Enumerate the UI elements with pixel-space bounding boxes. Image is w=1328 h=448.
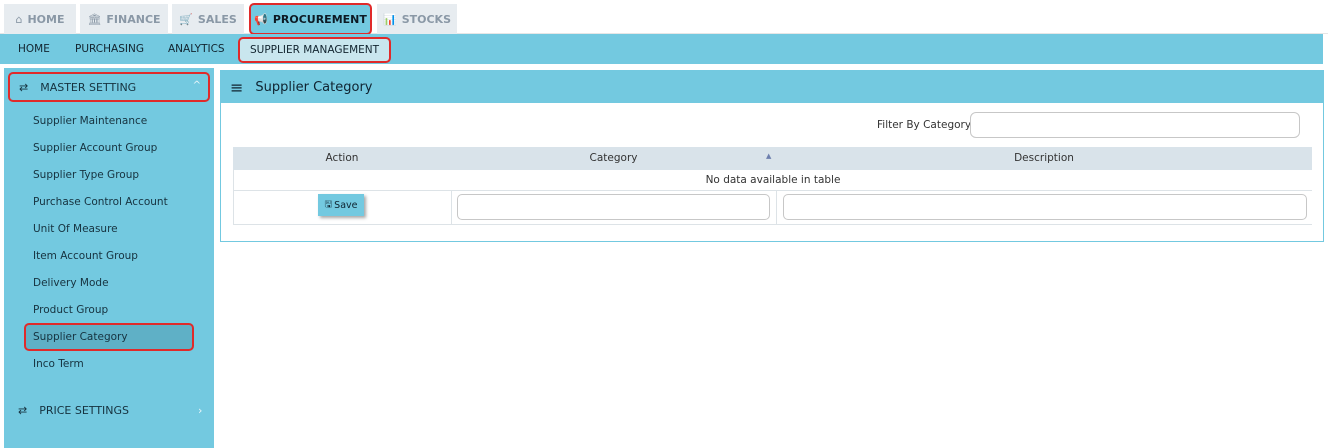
empty-table-message: No data available in table — [233, 170, 1312, 191]
cell-divider — [776, 191, 777, 225]
tab-label: FINANCE — [106, 12, 161, 26]
supplier-category-table: Action Category ▲ Description No data av… — [233, 147, 1312, 225]
column-header-description[interactable]: Description — [776, 147, 1312, 170]
sidebar-item-supplier-maintenance[interactable]: Supplier Maintenance — [33, 115, 147, 127]
megaphone-icon: 📢 — [254, 12, 268, 26]
menu-icon[interactable]: ≡ — [230, 78, 243, 97]
bar-chart-icon: 📊 — [383, 12, 397, 26]
tab-label: SALES — [197, 12, 237, 26]
tab-label: STOCKS — [401, 12, 451, 26]
column-header-action[interactable]: Action — [233, 147, 451, 170]
sidebar-item-supplier-account-group[interactable]: Supplier Account Group — [33, 142, 157, 154]
column-header-category[interactable]: Category — [451, 147, 776, 170]
tab-sales[interactable]: 🛒 SALES — [172, 4, 244, 34]
table-row: 🖫 Save — [233, 191, 1312, 225]
subnav-purchasing[interactable]: PURCHASING — [75, 34, 144, 64]
section-title: PRICE SETTINGS — [39, 404, 130, 417]
swap-icon: ⇄ — [19, 80, 29, 94]
filter-label: Filter By Category — [877, 119, 972, 131]
chevron-up-icon: ^ — [192, 80, 201, 91]
panel-header: ≡ Supplier Category — [221, 71, 1323, 103]
save-button[interactable]: 🖫 Save — [318, 194, 364, 216]
sidebar-item-supplier-category[interactable]: Supplier Category — [24, 323, 194, 351]
category-input[interactable] — [457, 194, 770, 220]
sidebar-item-product-group[interactable]: Product Group — [33, 304, 108, 316]
section-title: MASTER SETTING — [40, 80, 137, 94]
cell-divider — [451, 191, 452, 225]
sidebar: ⇄ MASTER SETTING ^ Supplier Maintenance … — [4, 68, 214, 448]
top-tab-bar: ⌂ HOME 🏛 FINANCE 🛒 SALES 📢 PROCUREMENT 📊… — [0, 0, 1328, 35]
description-input[interactable] — [783, 194, 1307, 220]
sidebar-item-delivery-mode[interactable]: Delivery Mode — [33, 277, 109, 289]
home-icon: ⌂ — [15, 12, 23, 26]
save-button-label: Save — [334, 199, 358, 211]
tab-procurement[interactable]: 📢 PROCUREMENT — [249, 3, 372, 35]
tab-home[interactable]: ⌂ HOME — [4, 4, 76, 34]
sidebar-item-unit-of-measure[interactable]: Unit Of Measure — [33, 223, 118, 235]
subnav-supplier-management[interactable]: SUPPLIER MANAGEMENT — [238, 37, 392, 63]
tab-label: HOME — [27, 12, 65, 26]
cart-icon: 🛒 — [179, 12, 193, 26]
sidebar-item-inco-term[interactable]: Inco Term — [33, 358, 84, 370]
sub-navigation: HOME PURCHASING ANALYTICS SUPPLIER MANAG… — [0, 34, 1323, 64]
sidebar-item-purchase-control-account[interactable]: Purchase Control Account — [33, 196, 168, 208]
tab-label: PROCUREMENT — [272, 12, 367, 26]
tab-stocks[interactable]: 📊 STOCKS — [377, 4, 457, 34]
page-title: Supplier Category — [255, 79, 373, 95]
tab-finance[interactable]: 🏛 FINANCE — [80, 4, 168, 34]
table-header: Action Category ▲ Description — [233, 147, 1312, 170]
filter-category-input[interactable] — [970, 112, 1300, 138]
swap-icon: ⇄ — [18, 404, 28, 417]
subnav-home[interactable]: HOME — [18, 34, 50, 64]
price-settings-header[interactable]: ⇄ PRICE SETTINGS › — [18, 404, 202, 417]
sidebar-item-supplier-type-group[interactable]: Supplier Type Group — [33, 169, 139, 181]
subnav-analytics[interactable]: ANALYTICS — [168, 34, 225, 64]
master-setting-header[interactable]: ⇄ MASTER SETTING ^ — [8, 72, 210, 102]
sort-ascending-icon[interactable]: ▲ — [766, 152, 771, 160]
bank-icon: 🏛 — [87, 12, 102, 26]
sidebar-item-item-account-group[interactable]: Item Account Group — [33, 250, 138, 262]
chevron-right-icon: › — [198, 404, 203, 417]
supplier-category-panel: ≡ Supplier Category Filter By Category A… — [220, 70, 1324, 242]
floppy-disk-icon: 🖫 — [324, 200, 333, 210]
